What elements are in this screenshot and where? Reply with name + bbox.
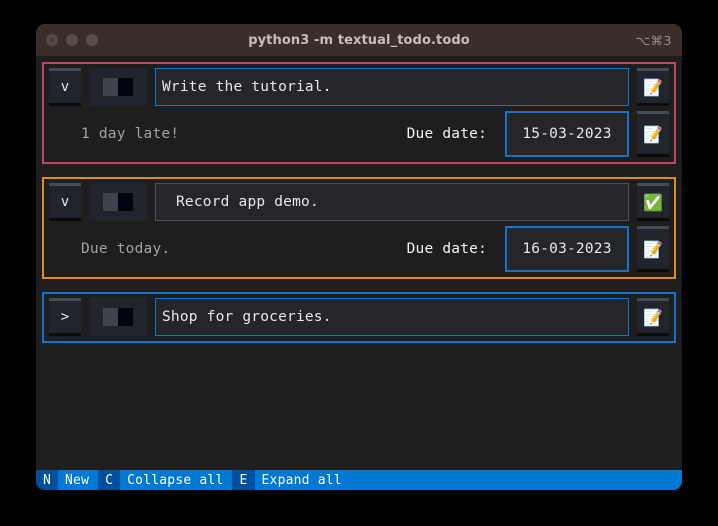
todo-description-text: Write the tutorial. (162, 79, 332, 95)
todo-edit-button[interactable]: 📝 (637, 68, 669, 106)
done-switch-container[interactable] (89, 183, 147, 221)
todo-header-row: v Record app demo. ✅ (49, 183, 669, 221)
todo-detail-row: 1 day late! Due date: 15-03-2023 📝 (49, 111, 669, 157)
collapse-toggle-button[interactable]: > (49, 298, 81, 336)
todo-description-text: Shop for groceries. (162, 309, 332, 325)
todo-edit-button[interactable]: 📝 (637, 298, 669, 336)
window-title: python3 -m textual_todo.todo (248, 32, 470, 48)
todo-status-text: 1 day late! (81, 126, 180, 142)
todo-status-text: Due today. (81, 241, 171, 257)
due-date-label: Due date: (406, 241, 487, 257)
check-mark-icon: ✅ (643, 192, 663, 212)
todo-app: v Write the tutorial. 📝 1 day late! Due … (36, 56, 682, 490)
todo-description-text: Record app demo. (176, 194, 319, 210)
switch-knob (103, 193, 118, 211)
memo-icon: 📝 (643, 307, 663, 327)
footer-action-collapse-all[interactable]: Collapse all (120, 470, 232, 490)
footer-action-new[interactable]: New (58, 470, 98, 490)
todo-description-input[interactable]: Write the tutorial. (155, 68, 629, 106)
todo-card: > Shop for groceries. 📝 (42, 292, 676, 343)
due-date-edit-button[interactable]: 📝 (637, 111, 669, 157)
minimize-dot[interactable] (66, 34, 78, 46)
todo-list: v Write the tutorial. 📝 1 day late! Due … (42, 62, 676, 470)
footer-action-expand-all[interactable]: Expand all (255, 470, 351, 490)
switch-track (118, 308, 133, 326)
switch-knob (103, 78, 118, 96)
footer-key-new[interactable]: N (36, 470, 59, 490)
chevron-icon: > (60, 309, 70, 325)
done-switch[interactable] (103, 193, 133, 211)
due-date-label: Due date: (406, 126, 487, 142)
due-date-value: 15-03-2023 (522, 126, 612, 142)
chevron-icon: v (60, 79, 70, 95)
todo-description-input[interactable]: Shop for groceries. (155, 298, 629, 336)
due-date-edit-button[interactable]: 📝 (637, 226, 669, 272)
done-switch-container[interactable] (89, 298, 147, 336)
memo-icon: 📝 (643, 77, 663, 97)
footer-key-expand-all[interactable]: E (232, 470, 255, 490)
footer-bar: N New C Collapse all E Expand all (36, 470, 682, 490)
todo-description-input[interactable]: Record app demo. (155, 183, 629, 221)
traffic-lights (46, 34, 98, 46)
due-date-input[interactable]: 15-03-2023 (505, 111, 629, 157)
switch-track (118, 78, 133, 96)
done-switch[interactable] (103, 78, 133, 96)
collapse-toggle-button[interactable]: v (49, 183, 81, 221)
title-bar: python3 -m textual_todo.todo ⌥⌘3 (36, 24, 682, 56)
todo-confirm-button[interactable]: ✅ (637, 183, 669, 221)
chevron-icon: v (60, 194, 70, 210)
footer-key-collapse-all[interactable]: C (98, 470, 121, 490)
todo-card: v Write the tutorial. 📝 1 day late! Due … (42, 62, 676, 164)
done-switch[interactable] (103, 308, 133, 326)
memo-icon: 📝 (643, 239, 663, 259)
due-date-value: 16-03-2023 (522, 241, 612, 257)
due-date-input[interactable]: 16-03-2023 (505, 226, 629, 272)
window-shortcut-hint: ⌥⌘3 (635, 32, 672, 48)
collapse-toggle-button[interactable]: v (49, 68, 81, 106)
close-dot[interactable] (46, 34, 58, 46)
switch-knob (103, 308, 118, 326)
memo-icon: 📝 (643, 124, 663, 144)
done-switch-container[interactable] (89, 68, 147, 106)
todo-header-row: v Write the tutorial. 📝 (49, 68, 669, 106)
switch-track (118, 193, 133, 211)
terminal-window: python3 -m textual_todo.todo ⌥⌘3 v Write… (36, 24, 682, 490)
zoom-dot[interactable] (86, 34, 98, 46)
todo-card: v Record app demo. ✅ Due today. Due date… (42, 177, 676, 279)
todo-header-row: > Shop for groceries. 📝 (49, 298, 669, 336)
todo-detail-row: Due today. Due date: 16-03-2023 📝 (49, 226, 669, 272)
